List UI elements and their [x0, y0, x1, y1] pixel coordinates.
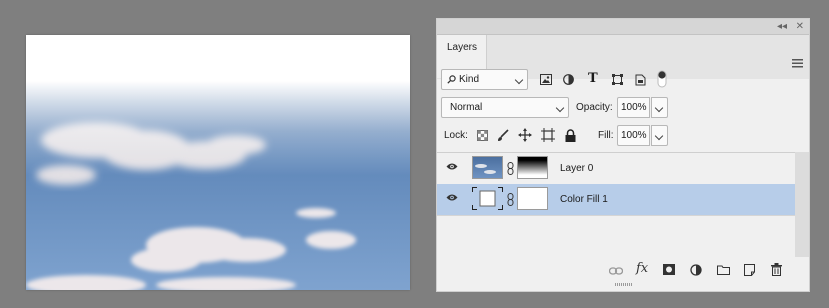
delete-layer-icon[interactable]: [771, 263, 782, 276]
opacity-label: Opacity:: [576, 102, 613, 113]
new-adjustment-icon[interactable]: [690, 264, 702, 276]
tab-layers-label: Layers: [447, 42, 478, 53]
lock-transparent-pixels-icon[interactable]: [477, 130, 488, 141]
fill-layer-thumbnail[interactable]: [472, 187, 503, 210]
selected-thumbnail-frame: [472, 187, 503, 210]
filter-toggle-icon[interactable]: [657, 69, 667, 89]
layers-scrollbar[interactable]: [795, 152, 809, 257]
layer-row-color-fill-1[interactable]: Color Fill 1: [437, 184, 795, 216]
lock-image-pixels-icon[interactable]: [497, 129, 509, 142]
close-panel-icon[interactable]: ✕: [796, 20, 804, 33]
blend-row: Normal Opacity: 100%: [437, 97, 809, 119]
link-layers-icon[interactable]: [609, 267, 623, 275]
new-layer-icon[interactable]: [744, 264, 755, 276]
layers-panel: ◂◂ ✕ Layers Kind T Normal Opacity: 100% …: [436, 18, 810, 292]
sky-image: [26, 35, 410, 290]
layer-row-layer-0[interactable]: Layer 0: [437, 153, 795, 185]
lock-artboard-icon[interactable]: [541, 128, 555, 142]
chain-link-icon[interactable]: [507, 193, 514, 206]
new-group-icon[interactable]: [717, 265, 730, 275]
fill-input[interactable]: 100%: [617, 125, 650, 146]
lock-row: Lock: Fill: 100%: [437, 125, 809, 147]
fill-label: Fill:: [598, 130, 614, 141]
fill-dropdown-button[interactable]: [651, 125, 668, 146]
chevron-down-icon: [654, 131, 664, 141]
filter-row: Kind T: [437, 69, 809, 91]
layer-mask-thumbnail[interactable]: [517, 156, 548, 179]
hamburger-menu-icon[interactable]: [792, 59, 803, 68]
panel-titlebar: ◂◂ ✕: [437, 19, 809, 35]
lock-all-icon[interactable]: [565, 129, 576, 142]
layer-name[interactable]: Layer 0: [560, 153, 593, 184]
chevron-down-icon: [555, 103, 565, 113]
canvas-document[interactable]: [26, 35, 410, 290]
blend-mode-select[interactable]: Normal: [441, 97, 569, 118]
type-filter-icon[interactable]: T: [588, 71, 598, 86]
adjustment-filter-icon[interactable]: [563, 74, 574, 85]
kind-filter-label: Kind: [459, 74, 480, 85]
fill-value: 100%: [621, 130, 647, 141]
smart-object-filter-icon[interactable]: [635, 74, 646, 86]
lock-label: Lock:: [444, 130, 468, 141]
shape-filter-icon[interactable]: [612, 74, 623, 85]
opacity-value: 100%: [621, 102, 647, 113]
image-filter-icon[interactable]: [540, 74, 552, 85]
opacity-input[interactable]: 100%: [617, 97, 650, 118]
fx-icon[interactable]: fx: [636, 261, 648, 276]
add-mask-icon[interactable]: [663, 264, 675, 275]
blend-mode-value: Normal: [450, 102, 483, 113]
kind-filter-select[interactable]: Kind: [441, 69, 528, 90]
layers-bottom-toolbar: fx: [437, 257, 809, 291]
visibility-eye-icon[interactable]: [446, 193, 458, 202]
chain-link-icon[interactable]: [507, 162, 514, 175]
opacity-dropdown-button[interactable]: [651, 97, 668, 118]
lock-position-icon[interactable]: [518, 128, 532, 142]
chevron-down-icon: [514, 75, 524, 85]
chevron-down-icon: [654, 103, 664, 113]
sky-thumbnail-image: [475, 164, 496, 174]
layer-name[interactable]: Color Fill 1: [560, 184, 608, 215]
collapse-panel-icon[interactable]: ◂◂: [777, 20, 787, 33]
panel-resize-grip[interactable]: [615, 283, 633, 286]
layer-mask-thumbnail[interactable]: [517, 187, 548, 210]
visibility-eye-icon[interactable]: [446, 162, 458, 171]
layer-thumbnail[interactable]: [472, 156, 503, 179]
search-icon: [447, 75, 456, 84]
